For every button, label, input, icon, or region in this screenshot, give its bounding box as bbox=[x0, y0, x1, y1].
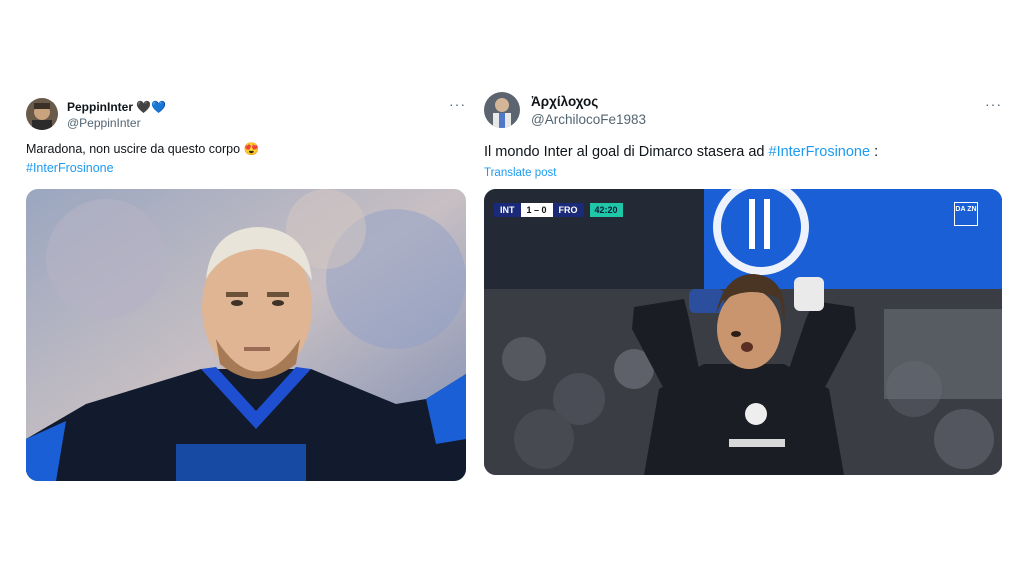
avatar-image bbox=[26, 98, 58, 130]
tweet-header: PeppinInter 🖤💙 @PeppinInter ··· bbox=[26, 92, 468, 132]
hashtag-link[interactable]: #InterFrosinone bbox=[26, 159, 468, 178]
display-name-text: PeppinInter bbox=[67, 100, 134, 114]
tweet-card-archiloco[interactable]: Ἀρχίλοχος @ArchilocoFe1983 ··· Il mondo … bbox=[484, 92, 1004, 475]
more-options-icon[interactable]: ··· bbox=[449, 96, 466, 112]
dazn-logo: DA ZN bbox=[954, 202, 978, 226]
display-name[interactable]: PeppinInter 🖤💙 bbox=[67, 100, 166, 114]
score: 1 – 0 bbox=[520, 203, 553, 217]
heart-emojis: 🖤💙 bbox=[136, 100, 166, 114]
tweet-media-photo[interactable]: INT 1 – 0 FRO 42:20 DA ZN bbox=[484, 189, 1002, 475]
user-handle[interactable]: @ArchilocoFe1983 bbox=[531, 112, 646, 127]
tweet-text-line: Maradona, non uscire da questo corpo 😍 bbox=[26, 142, 260, 156]
tweet-text: Il mondo Inter al goal di Dimarco staser… bbox=[484, 142, 1004, 163]
translate-post-link[interactable]: Translate post bbox=[484, 167, 1004, 179]
avatar[interactable] bbox=[26, 98, 58, 130]
display-name[interactable]: Ἀρχίλοχος bbox=[531, 94, 646, 109]
hashtag-link[interactable]: #InterFrosinone bbox=[769, 144, 871, 160]
match-clock: 42:20 bbox=[589, 203, 623, 217]
tweet-card-peppininter[interactable]: PeppinInter 🖤💙 @PeppinInter ··· Maradona… bbox=[26, 92, 468, 481]
tweet-text-line: Il mondo Inter al goal di Dimarco staser… bbox=[484, 144, 769, 160]
match-scorebug: INT 1 – 0 FRO 42:20 bbox=[494, 203, 623, 217]
tweet-text: Maradona, non uscire da questo corpo 😍 #… bbox=[26, 140, 468, 178]
author-names: PeppinInter 🖤💙 @PeppinInter bbox=[67, 100, 166, 130]
display-name-text: Ἀρχίλοχος bbox=[531, 94, 599, 109]
author-names: Ἀρχίλοχος @ArchilocoFe1983 bbox=[531, 94, 646, 127]
player-photo bbox=[26, 189, 466, 481]
avatar-image bbox=[484, 92, 520, 128]
tweet-text-suffix: : bbox=[870, 144, 879, 160]
user-handle[interactable]: @PeppinInter bbox=[67, 116, 166, 130]
goalkeeper-photo bbox=[484, 189, 1002, 475]
avatar[interactable] bbox=[484, 92, 520, 128]
tweet-header: Ἀρχίλοχος @ArchilocoFe1983 ··· bbox=[484, 92, 1004, 132]
tweet-media-photo[interactable] bbox=[26, 189, 466, 481]
home-team: INT bbox=[494, 203, 521, 217]
away-team: FRO bbox=[552, 203, 584, 217]
more-options-icon[interactable]: ··· bbox=[985, 96, 1002, 112]
